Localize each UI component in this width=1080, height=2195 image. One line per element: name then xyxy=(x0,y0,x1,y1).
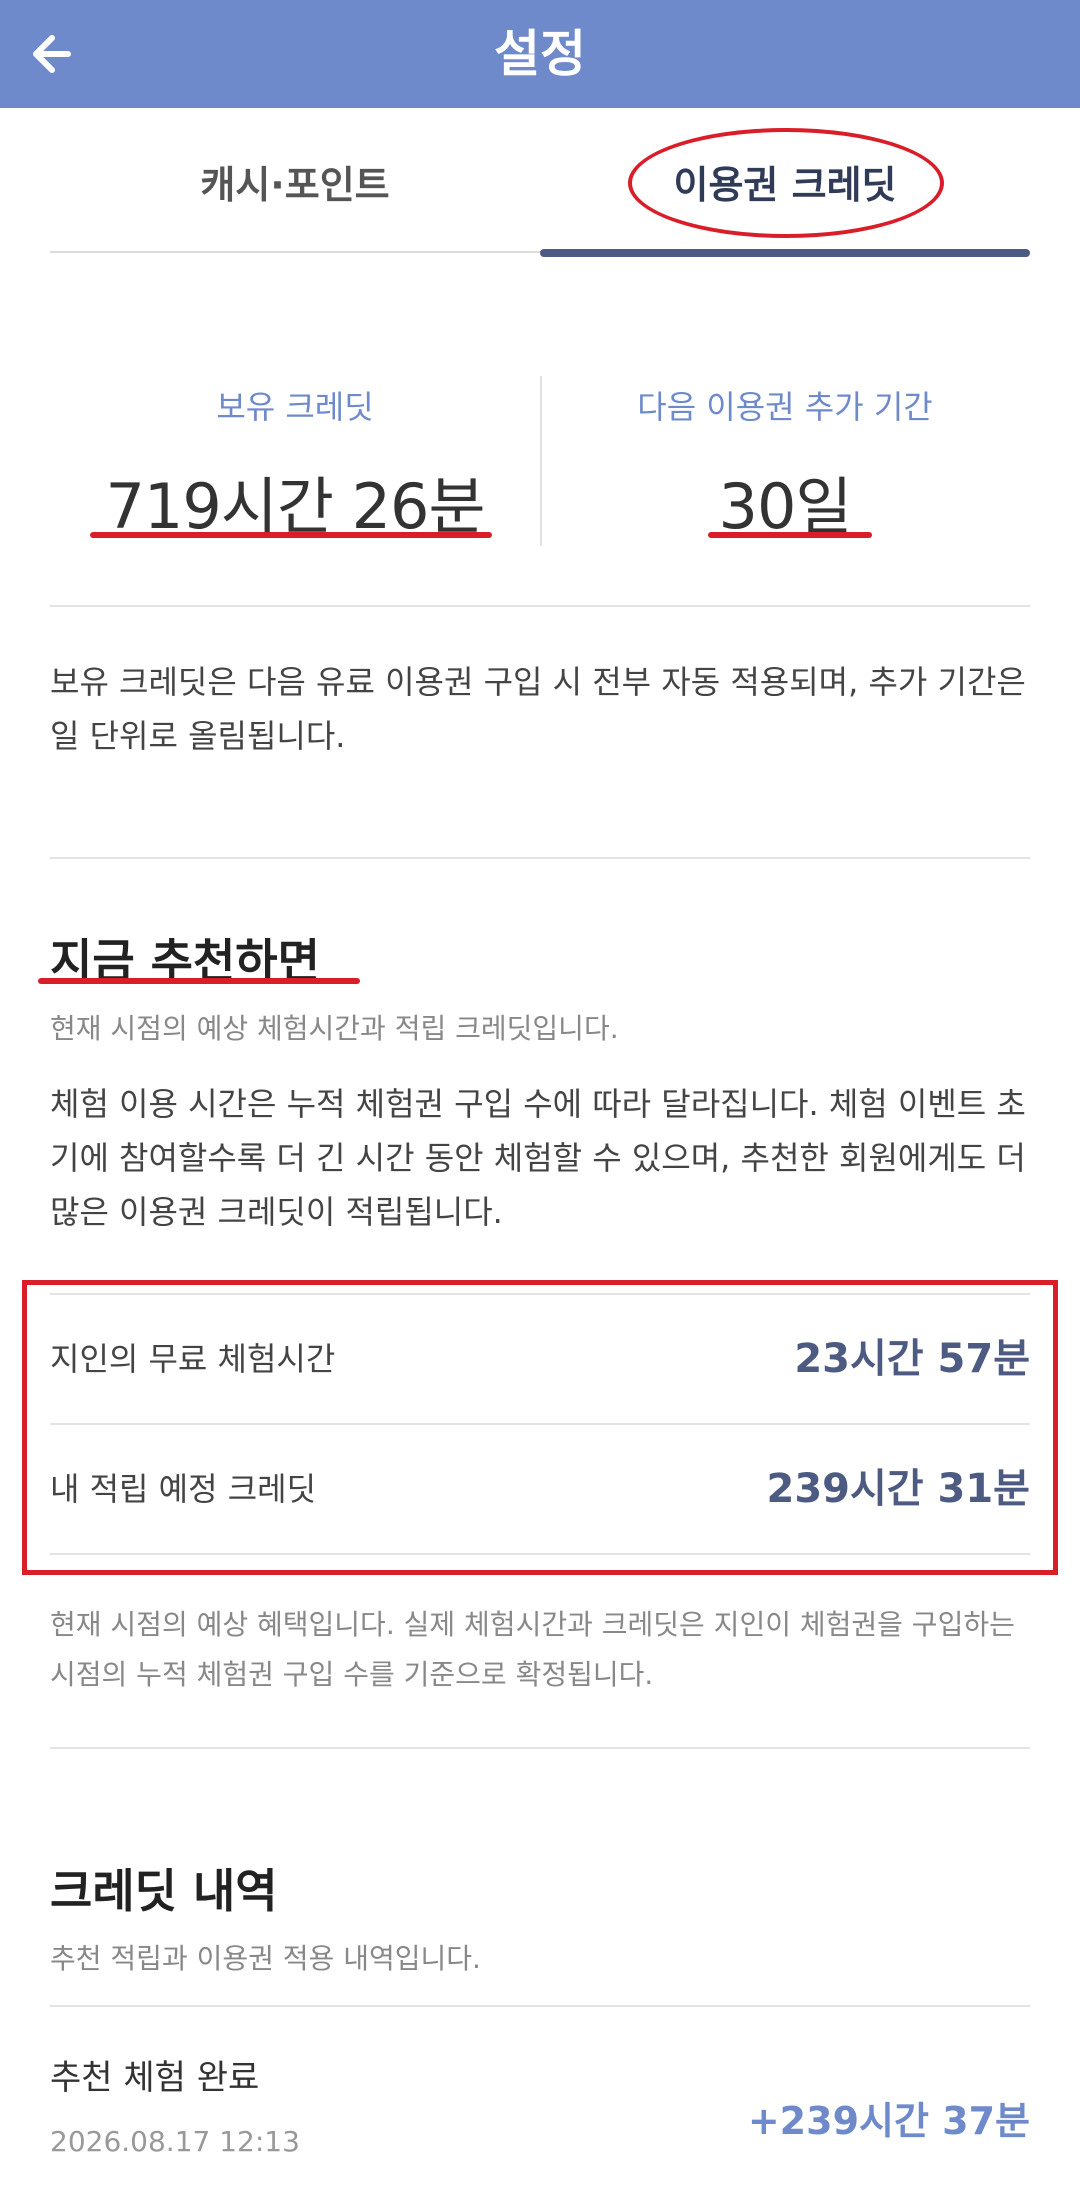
owned-credit-label: 보유 크레딧 xyxy=(216,388,374,426)
annotation-underline xyxy=(90,532,492,538)
credit-summary: 보유 크레딧 719시간 26분 다음 이용권 추가 기간 30일 xyxy=(50,370,1030,546)
annotation-circle xyxy=(628,128,944,238)
history-title: 크레딧 내역 xyxy=(50,1864,278,1918)
divider xyxy=(50,2005,1030,2007)
recommend-footnote: 현재 시점의 예상 혜택입니다. 실제 체험시간과 크레딧은 지인이 체험권을 … xyxy=(50,1608,1015,1691)
credit-notice: 보유 크레딧은 다음 유료 이용권 구입 시 전부 자동 적용되며, 추가 기간… xyxy=(50,663,1026,755)
list-item[interactable]: 추천 체험 완료 2026.08.17 12:13 +239시간 37분 xyxy=(50,2030,1030,2190)
history-item-title: 추천 체험 완료 xyxy=(50,2058,260,2098)
divider xyxy=(50,1747,1030,1749)
history-item-amount: +239시간 37분 xyxy=(747,2099,1030,2143)
owned-credit: 보유 크레딧 719시간 26분 xyxy=(50,370,540,545)
history-item-date: 2026.08.17 12:13 xyxy=(50,2125,300,2158)
divider xyxy=(50,1553,1030,1555)
friend-trial-label: 지인의 무료 체험시간 xyxy=(50,1340,336,1378)
recommend-subtitle: 현재 시점의 예상 체험시간과 적립 크레딧입니다. xyxy=(50,1012,619,1045)
history-subtitle: 추천 적립과 이용권 적용 내역입니다. xyxy=(50,1942,481,1975)
page-title: 설정 xyxy=(494,25,586,83)
next-period: 다음 이용권 추가 기간 30일 xyxy=(540,370,1030,545)
my-credit-value: 239시간 31분 xyxy=(766,1466,1031,1512)
active-tab-indicator xyxy=(540,249,1030,257)
my-credit-label: 내 적립 예정 크레딧 xyxy=(50,1470,317,1508)
my-credit-row: 내 적립 예정 크레딧 239시간 31분 xyxy=(50,1425,1030,1553)
tab-cash-point[interactable]: 캐시·포인트 xyxy=(50,108,540,253)
divider xyxy=(50,605,1030,607)
recommend-description: 체험 이용 시간은 누적 체험권 구입 수에 따라 달라집니다. 체험 이벤트 … xyxy=(50,1085,1026,1231)
next-period-label: 다음 이용권 추가 기간 xyxy=(637,388,933,426)
friend-trial-value: 23시간 57분 xyxy=(794,1336,1030,1382)
annotation-underline xyxy=(38,978,360,984)
annotation-underline xyxy=(708,532,872,538)
friend-trial-row: 지인의 무료 체험시간 23시간 57분 xyxy=(50,1295,1030,1423)
divider xyxy=(50,857,1030,859)
app-bar: 설정 xyxy=(0,0,1080,108)
